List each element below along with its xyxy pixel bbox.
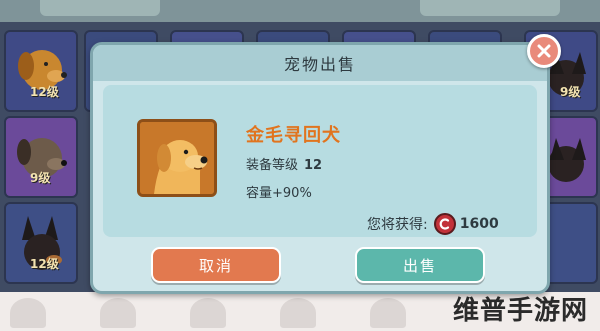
equip-level-value: 12 <box>304 158 323 173</box>
dialog-header: 宠物出售 <box>93 45 547 81</box>
pet-portrait <box>137 119 217 197</box>
earn-label: 您将获得: <box>367 217 428 233</box>
cancel-button[interactable]: 取消 <box>151 247 281 283</box>
sell-button[interactable]: 出售 <box>355 247 485 283</box>
slot-level: 9级 <box>560 85 581 99</box>
earn-row: 您将获得: 1600 <box>367 213 499 235</box>
pet-silhouette <box>190 298 226 328</box>
slot-level: 9级 <box>30 171 51 185</box>
golden-retriever-portrait <box>140 122 214 194</box>
watermark: 维普手游网 <box>452 296 588 326</box>
pet-slot[interactable]: 12级 <box>4 202 78 284</box>
equip-level-row: 装备等级 12 <box>246 154 322 173</box>
pet-silhouette <box>100 298 136 328</box>
dialog-title: 宠物出售 <box>283 55 356 74</box>
capacity-value: +90% <box>272 186 312 201</box>
top-tab <box>420 0 560 16</box>
pet-slot[interactable]: 12级 <box>4 30 78 112</box>
pet-sell-dialog: 宠物出售 金毛寻回犬 装备等级 12 容量+90% 您将获得: 1600 取消 … <box>90 42 550 294</box>
slot-level: 12级 <box>30 257 59 271</box>
pet-name: 金毛寻回犬 <box>246 125 341 146</box>
close-icon <box>537 44 551 58</box>
top-bar <box>0 0 600 22</box>
dog-portrait-icon <box>17 138 67 178</box>
slot-level: 12级 <box>30 85 59 99</box>
coin-icon <box>433 213 456 235</box>
pet-silhouette <box>370 298 406 328</box>
pet-slot[interactable]: 9级 <box>4 116 78 198</box>
pet-silhouette <box>280 298 316 328</box>
capacity-row: 容量+90% <box>246 182 312 201</box>
dog-portrait-icon <box>18 50 67 90</box>
capacity-label: 容量 <box>246 186 273 201</box>
dog-portrait-icon <box>22 216 62 270</box>
earn-amount: 1600 <box>459 216 499 232</box>
top-tab <box>40 0 160 16</box>
pet-silhouette <box>10 298 46 328</box>
close-button[interactable] <box>527 34 561 68</box>
equip-level-label: 装备等级 <box>246 158 299 173</box>
pet-info-panel: 金毛寻回犬 装备等级 12 容量+90% 您将获得: 1600 <box>103 85 537 237</box>
